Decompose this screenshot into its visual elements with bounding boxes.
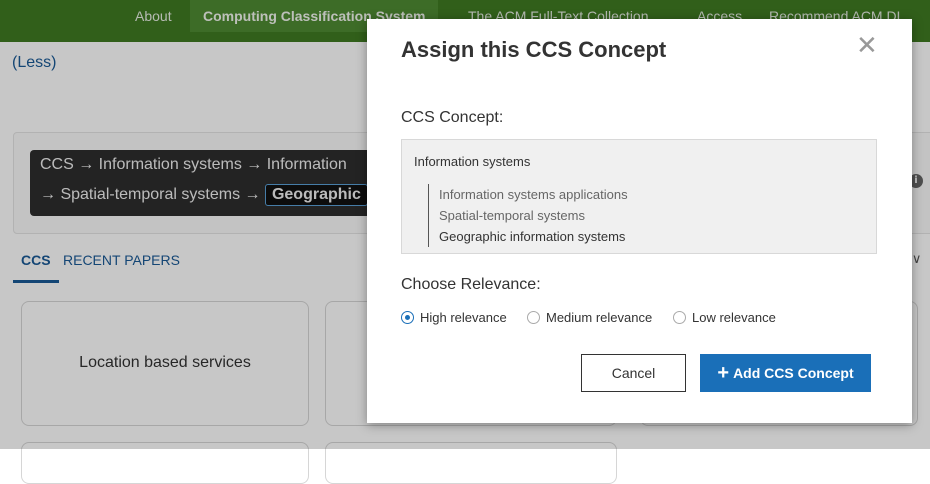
radio-selected-icon[interactable] [401,311,414,324]
concept-root: Information systems [414,154,531,169]
radio-label: Medium relevance [546,310,653,325]
concept-path-item: Geographic information systems [439,229,626,244]
plus-icon: + [717,362,730,384]
concept-path-box: Information systems Information systems … [401,139,877,254]
relevance-label: Choose Relevance: [401,276,541,293]
modal-title: Assign this CCS Concept [401,37,667,62]
concept-tree: Information systems applications Spatial… [428,184,628,247]
radio-label: High relevance [420,310,507,325]
radio-unselected-icon[interactable] [673,311,686,324]
concept-path-item: Spatial-temporal systems [439,208,585,223]
close-icon[interactable]: ✕ [856,33,878,59]
assign-ccs-modal: Assign this CCS Concept ✕ CCS Concept: I… [367,19,912,423]
radio-unselected-icon[interactable] [527,311,540,324]
radio-label: Low relevance [692,310,776,325]
cancel-button[interactable]: Cancel [581,354,686,392]
add-ccs-concept-label: Add CCS Concept [733,365,854,381]
add-ccs-concept-button[interactable]: + Add CCS Concept [700,354,871,392]
concept-label: CCS Concept: [401,109,504,126]
concept-path-item: Information systems applications [439,187,628,202]
